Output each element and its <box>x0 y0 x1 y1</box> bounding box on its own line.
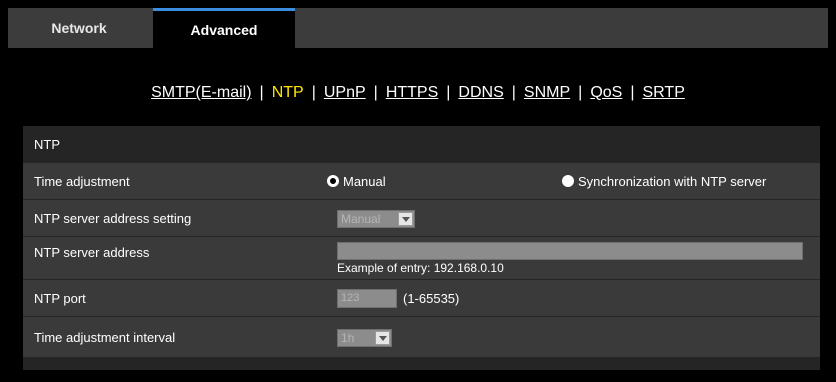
time-adjustment-label: Time adjustment <box>34 173 130 189</box>
tab-bar: Network Advanced <box>8 8 828 48</box>
subnav-link-srtp[interactable]: SRTP <box>642 84 684 102</box>
settings-frame: Network Advanced SMTP(E-mail) | NTP | UP… <box>8 8 828 382</box>
time-adjustment-interval-select[interactable]: 1h <box>337 329 392 347</box>
ntp-port-input[interactable]: 123 <box>337 289 397 308</box>
radio-checked-icon[interactable] <box>327 175 339 187</box>
subnav-link-qos[interactable]: QoS <box>590 84 622 102</box>
radio-unchecked-icon[interactable] <box>562 175 574 187</box>
tab-network[interactable]: Network <box>8 8 150 48</box>
ntp-port-range: (1-65535) <box>403 290 460 306</box>
radio-manual[interactable]: Manual <box>327 163 386 199</box>
ntp-server-address-setting-row: NTP server address setting Manual <box>23 200 820 236</box>
radio-manual-label: Manual <box>343 173 386 189</box>
radio-ntp-sync[interactable]: Synchronization with NTP server <box>562 163 766 199</box>
subnav-separator: | <box>446 84 451 101</box>
subnav-separator: | <box>311 84 316 101</box>
chevron-down-icon[interactable] <box>375 331 390 345</box>
sub-navigation: SMTP(E-mail) | NTP | UPnP | HTTPS | DDNS… <box>8 48 828 138</box>
subnav-separator: | <box>511 84 516 101</box>
ntp-port-label: NTP port <box>34 290 86 306</box>
ntp-server-address-label: NTP server address <box>34 244 150 260</box>
ntp-server-address-example: Example of entry: 192.168.0.10 <box>337 261 504 275</box>
time-adjustment-interval-row: Time adjustment interval 1h <box>23 317 820 357</box>
chevron-down-icon[interactable] <box>398 212 413 226</box>
ntp-port-row: NTP port 123 (1-65535) <box>23 280 820 316</box>
subnav-separator: | <box>630 84 635 101</box>
time-adjustment-interval-label: Time adjustment interval <box>34 329 176 345</box>
subnav-link-https[interactable]: HTTPS <box>386 84 438 102</box>
subnav-separator: | <box>259 84 264 101</box>
ntp-server-address-setting-select[interactable]: Manual <box>337 210 415 228</box>
subnav-link-ntp: NTP <box>271 84 304 101</box>
ntp-server-address-row: NTP server address Example of entry: 192… <box>23 237 820 279</box>
subnav-link-ddns[interactable]: DDNS <box>458 84 503 102</box>
subnav-separator: | <box>578 84 583 101</box>
ntp-server-address-setting-label: NTP server address setting <box>34 210 192 226</box>
select-value: Manual <box>341 212 381 226</box>
ntp-server-address-input[interactable] <box>337 242 803 260</box>
subnav-separator: | <box>373 84 378 101</box>
panel-title: NTP <box>23 126 820 162</box>
subnav-link-upnp[interactable]: UPnP <box>324 84 366 102</box>
select-value: 1h <box>341 331 355 345</box>
subnav-link-snmp[interactable]: SNMP <box>524 84 570 102</box>
subnav-link-smtp[interactable]: SMTP(E-mail) <box>151 84 251 102</box>
time-adjustment-row: Time adjustment Manual Synchronization w… <box>23 163 820 199</box>
tab-advanced[interactable]: Advanced <box>153 8 295 48</box>
ntp-panel: NTP Time adjustment Manual Synchronizati… <box>23 126 820 370</box>
radio-ntp-sync-label: Synchronization with NTP server <box>578 173 767 189</box>
